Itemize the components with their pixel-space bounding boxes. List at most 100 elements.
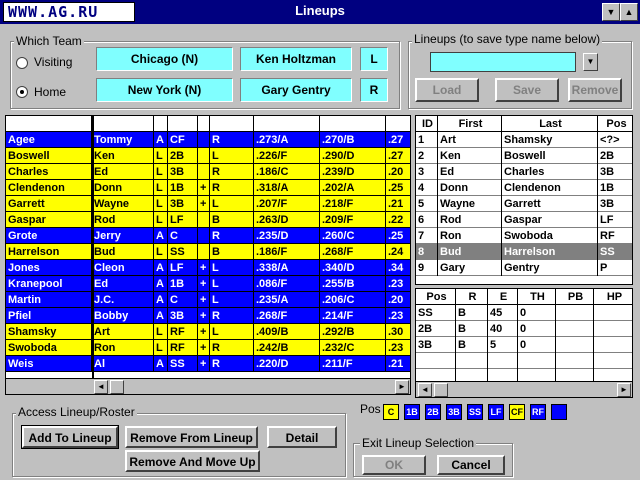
roster-cell-v1: .207/F (254, 196, 320, 212)
visiting-label[interactable]: Visiting (34, 55, 72, 69)
scroll-left-arrow-icon[interactable]: ◄ (94, 380, 108, 394)
pos-legend-item: 3B (446, 404, 462, 420)
lineup-row[interactable]: 9 Gary Gentry P (416, 260, 632, 276)
roster-row[interactable]: Weis Al A SS + R .220/D .211/F .21 (6, 356, 410, 372)
maximize-button[interactable]: ▲ (620, 3, 638, 21)
roster-cell-v1: .235/D (254, 228, 320, 244)
lineup-row[interactable]: 6 Rod Gaspar LF (416, 212, 632, 228)
roster-cell-v3: .34 (386, 260, 410, 276)
lineup-name-input[interactable] (430, 52, 576, 72)
scroll-right-arrow-icon[interactable]: ► (617, 383, 631, 397)
fielding-cell-e: 40 (488, 321, 518, 337)
roster-cell-last: Kranepool (6, 276, 92, 292)
roster-cell-b: A (154, 276, 168, 292)
roster-row[interactable]: Boswell Ken L 2B L .226/F .290/D .27 (6, 148, 410, 164)
roster-row[interactable]: Kranepool Ed A 1B + L .086/F .255/B .23 (6, 276, 410, 292)
roster-row[interactable]: Agee Tommy A CF R .273/A .270/B .27 (6, 132, 410, 148)
lineup-cell-id: 3 (416, 164, 438, 180)
roster-cell-v2: .202/A (320, 180, 386, 196)
roster-cell-t: B (210, 244, 254, 260)
detail-button[interactable]: Detail (267, 426, 337, 448)
remove-from-lineup-button[interactable]: Remove From Lineup (125, 426, 258, 448)
roster-cell-t: R (210, 164, 254, 180)
scroll-right-arrow-icon[interactable]: ► (395, 380, 409, 394)
lineup-row[interactable]: 8 Bud Harrelson SS (416, 244, 632, 260)
roster-cell-first: Wayne (92, 196, 154, 212)
roster-cell-v3: .24 (386, 244, 410, 260)
remove-and-move-up-button[interactable]: Remove And Move Up (125, 450, 260, 472)
roster-cell-v2: .255/B (320, 276, 386, 292)
add-to-lineup-button[interactable]: Add To Lineup (21, 425, 119, 449)
cancel-button[interactable]: Cancel (437, 455, 505, 475)
exit-label: Exit Lineup Selection (360, 436, 477, 450)
visiting-radio[interactable] (16, 57, 28, 69)
lineup-row[interactable]: 3 Ed Charles 3B (416, 164, 632, 180)
roster-cell-pos: 3B (168, 164, 198, 180)
lineup-row[interactable]: 7 Ron Swoboda RF (416, 228, 632, 244)
roster-row[interactable]: Swoboda Ron L RF + R .242/B .232/C .23 (6, 340, 410, 356)
roster-cell-pos: 1B (168, 276, 198, 292)
load-button[interactable]: Load (415, 78, 479, 102)
roster-hscrollbar[interactable]: ◄ ► (6, 378, 410, 394)
roster-row[interactable]: Martin J.C. A C + L .235/A .206/C .20 (6, 292, 410, 308)
save-button[interactable]: Save (495, 78, 559, 102)
lineup-cell-first: Ed (438, 164, 502, 180)
fielding-row[interactable]: 3B B 5 0 (416, 337, 632, 353)
roster-cell-t: L (210, 148, 254, 164)
roster-cell-x (198, 148, 210, 164)
roster-row[interactable]: Gaspar Rod L LF B .263/D .209/F .22 (6, 212, 410, 228)
visiting-team-field: Chicago (N) (96, 47, 233, 71)
roster-cell-last: Pfiel (6, 308, 92, 324)
roster-cell-x: + (198, 308, 210, 324)
roster-row[interactable]: Clendenon Donn L 1B + R .318/A .202/A .25 (6, 180, 410, 196)
scroll-thumb[interactable] (110, 380, 124, 394)
fielding-grid[interactable]: Pos R E TH PB HP SS B 45 0 2B B 40 0 3B B 5 0 ◄ ► (415, 288, 633, 398)
scroll-left-arrow-icon[interactable]: ◄ (418, 383, 432, 397)
fielding-cell-pb (556, 321, 594, 337)
fielding-cell-pos: 3B (416, 337, 456, 353)
minimize-button[interactable]: ▼ (602, 3, 620, 21)
roster-row[interactable]: Charles Ed L 3B R .186/C .239/D .20 (6, 164, 410, 180)
remove-button[interactable]: Remove (568, 78, 622, 102)
roster-row[interactable]: Harrelson Bud L SS B .186/F .268/F .24 (6, 244, 410, 260)
fielding-row[interactable]: 2B B 40 0 (416, 321, 632, 337)
roster-row[interactable]: Shamsky Art L RF + L .409/B .292/B .30 (6, 324, 410, 340)
fielding-cell-r: B (456, 321, 488, 337)
roster-cell-v1: .186/C (254, 164, 320, 180)
fielding-cell-pb (556, 353, 594, 369)
home-label[interactable]: Home (34, 85, 66, 99)
roster-cell-t: R (210, 180, 254, 196)
fielding-hscrollbar[interactable]: ◄ ► (416, 381, 632, 397)
lineup-header-id: ID (416, 116, 438, 132)
roster-cell-first: Ken (92, 148, 154, 164)
roster-cell-v2: .290/D (320, 148, 386, 164)
lineup-row[interactable]: 5 Wayne Garrett 3B (416, 196, 632, 212)
roster-cell-t: L (210, 260, 254, 276)
roster-header-cell (210, 116, 254, 132)
roster-cell-first: Ed (92, 276, 154, 292)
roster-row[interactable]: Garrett Wayne L 3B + L .207/F .218/F .21 (6, 196, 410, 212)
roster-cell-b: L (154, 212, 168, 228)
lineup-row[interactable]: 1 Art Shamsky <?> (416, 132, 632, 148)
fielding-row[interactable] (416, 353, 632, 369)
lineup-grid[interactable]: ID First Last Pos 1 Art Shamsky <?> 2 Ken Boswell 2… (415, 115, 633, 285)
lineup-dropdown-arrow-icon[interactable]: ▼ (583, 53, 598, 71)
scroll-thumb[interactable] (434, 383, 448, 397)
pos-legend-item: 1B (404, 404, 420, 420)
roster-cell-first: J.C. (92, 292, 154, 308)
roster-row[interactable]: Grote Jerry A C R .235/D .260/C .25 (6, 228, 410, 244)
fielding-row[interactable]: SS B 45 0 (416, 305, 632, 321)
ok-button[interactable]: OK (362, 455, 426, 475)
fielding-cell-e: 45 (488, 305, 518, 321)
roster-grid[interactable]: Agee Tommy A CF R .273/A .270/B .27 Boswell Ken L 2… (5, 115, 411, 395)
roster-row[interactable]: Jones Cleon A LF + L .338/A .340/D .34 (6, 260, 410, 276)
lineup-row[interactable]: 2 Ken Boswell 2B (416, 148, 632, 164)
lineup-row[interactable]: 4 Donn Clendenon 1B (416, 180, 632, 196)
roster-row[interactable]: Pfiel Bobby A 3B + R .268/F .214/F .23 (6, 308, 410, 324)
home-radio[interactable] (16, 86, 28, 98)
roster-cell-last: Garrett (6, 196, 92, 212)
home-team-field: New York (N) (96, 78, 233, 102)
roster-cell-pos: LF (168, 212, 198, 228)
lineup-cell-last: Shamsky (502, 132, 598, 148)
roster-cell-last: Gaspar (6, 212, 92, 228)
